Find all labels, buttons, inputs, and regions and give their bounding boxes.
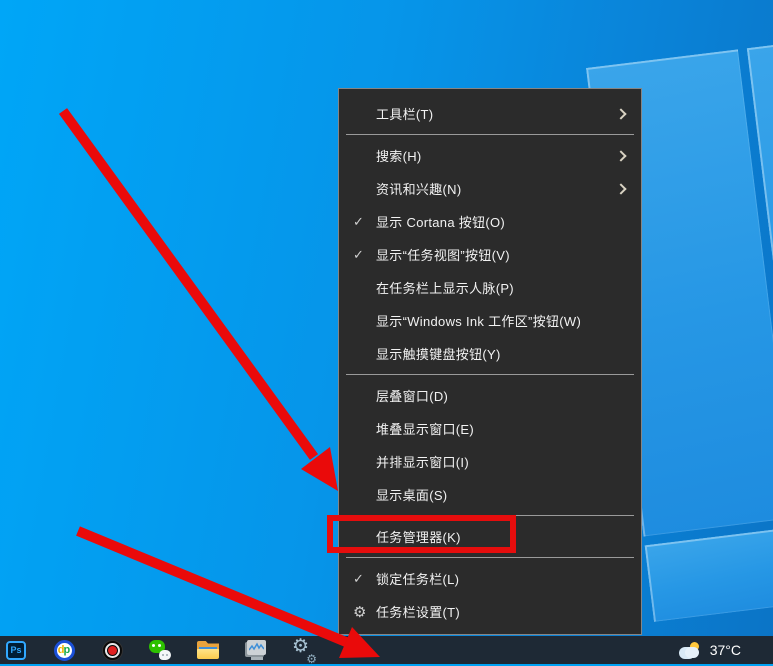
menu-item-label: 显示 Cortana 按钮(O)	[376, 212, 631, 231]
menu-separator	[346, 134, 634, 135]
screen-recorder-icon	[102, 640, 123, 661]
menu-item-label: 搜索(H)	[376, 146, 617, 165]
gear-icon: ⚙	[353, 603, 376, 621]
menu-item-label: 在任务栏上显示人脉(P)	[376, 278, 631, 297]
partly-cloudy-icon	[678, 642, 702, 659]
menu-item-cascade-windows[interactable]: 层叠窗口(D)	[339, 379, 641, 412]
menu-item-show-cortana-button[interactable]: ✓显示 Cortana 按钮(O)	[339, 205, 641, 238]
menu-item-label: 显示“任务视图”按钮(V)	[376, 245, 631, 264]
taskbar-button-dp-tool[interactable]: dp	[40, 636, 88, 664]
weather-widget[interactable]: 37°C	[678, 636, 741, 664]
menu-item-label: 显示桌面(S)	[376, 485, 631, 504]
menu-item-show-touch-keyboard-button[interactable]: 显示触摸键盘按钮(Y)	[339, 337, 641, 370]
taskbar-icons: Ps dp ⚙⚙	[0, 636, 328, 664]
folder-icon	[197, 641, 219, 659]
chevron-right-icon	[615, 183, 626, 194]
menu-item-label: 工具栏(T)	[376, 104, 617, 123]
menu-item-taskbar-settings[interactable]: ⚙任务栏设置(T)	[339, 595, 641, 628]
taskbar-button-settings-gears[interactable]: ⚙⚙	[280, 636, 328, 664]
taskbar-button-wechat[interactable]	[136, 636, 184, 664]
photoshop-icon: Ps	[6, 641, 26, 660]
menu-item-label: 资讯和兴趣(N)	[376, 179, 617, 198]
menu-item-show-windows-stacked[interactable]: 堆叠显示窗口(E)	[339, 412, 641, 445]
menu-item-label: 并排显示窗口(I)	[376, 452, 631, 471]
menu-item-toolbars[interactable]: 工具栏(T)	[339, 97, 641, 130]
checkmark-icon: ✓	[353, 571, 376, 587]
menu-item-label: 任务栏设置(T)	[376, 602, 631, 621]
taskbar: Ps dp ⚙⚙	[0, 636, 773, 664]
menu-item-show-windows-ink-workspace-button[interactable]: 显示“Windows Ink 工作区”按钮(W)	[339, 304, 641, 337]
menu-separator	[346, 374, 634, 375]
menu-item-search[interactable]: 搜索(H)	[339, 139, 641, 172]
gears-icon: ⚙⚙	[292, 638, 316, 662]
wechat-icon	[149, 640, 171, 660]
taskbar-button-screen-recorder[interactable]	[88, 636, 136, 664]
menu-item-news-and-interests[interactable]: 资讯和兴趣(N)	[339, 172, 641, 205]
system-monitor-icon	[245, 640, 267, 660]
menu-item-show-windows-side-by-side[interactable]: 并排显示窗口(I)	[339, 445, 641, 478]
temperature-label: 37°C	[710, 642, 741, 658]
windows-logo-pane	[645, 527, 773, 622]
menu-item-label: 堆叠显示窗口(E)	[376, 419, 631, 438]
checkmark-icon: ✓	[353, 214, 376, 230]
menu-item-label: 层叠窗口(D)	[376, 386, 631, 405]
menu-item-label: 锁定任务栏(L)	[376, 569, 631, 588]
taskbar-button-file-explorer[interactable]	[184, 636, 232, 664]
menu-separator	[346, 557, 634, 558]
checkmark-icon: ✓	[353, 247, 376, 263]
dp-tool-icon: dp	[54, 640, 75, 661]
menu-item-label: 显示“Windows Ink 工作区”按钮(W)	[376, 311, 631, 330]
taskbar-button-photoshop[interactable]: Ps	[0, 636, 40, 664]
menu-item-show-task-view-button[interactable]: ✓显示“任务视图”按钮(V)	[339, 238, 641, 271]
highlight-box-task-manager	[327, 515, 516, 553]
menu-item-show-desktop[interactable]: 显示桌面(S)	[339, 478, 641, 511]
menu-item-show-people-on-taskbar[interactable]: 在任务栏上显示人脉(P)	[339, 271, 641, 304]
chevron-right-icon	[615, 108, 626, 119]
chevron-right-icon	[615, 150, 626, 161]
menu-item-lock-taskbar[interactable]: ✓锁定任务栏(L)	[339, 562, 641, 595]
taskbar-tray: 37°C	[678, 636, 773, 664]
menu-item-label: 显示触摸键盘按钮(Y)	[376, 344, 631, 363]
taskbar-button-system-monitor[interactable]	[232, 636, 280, 664]
